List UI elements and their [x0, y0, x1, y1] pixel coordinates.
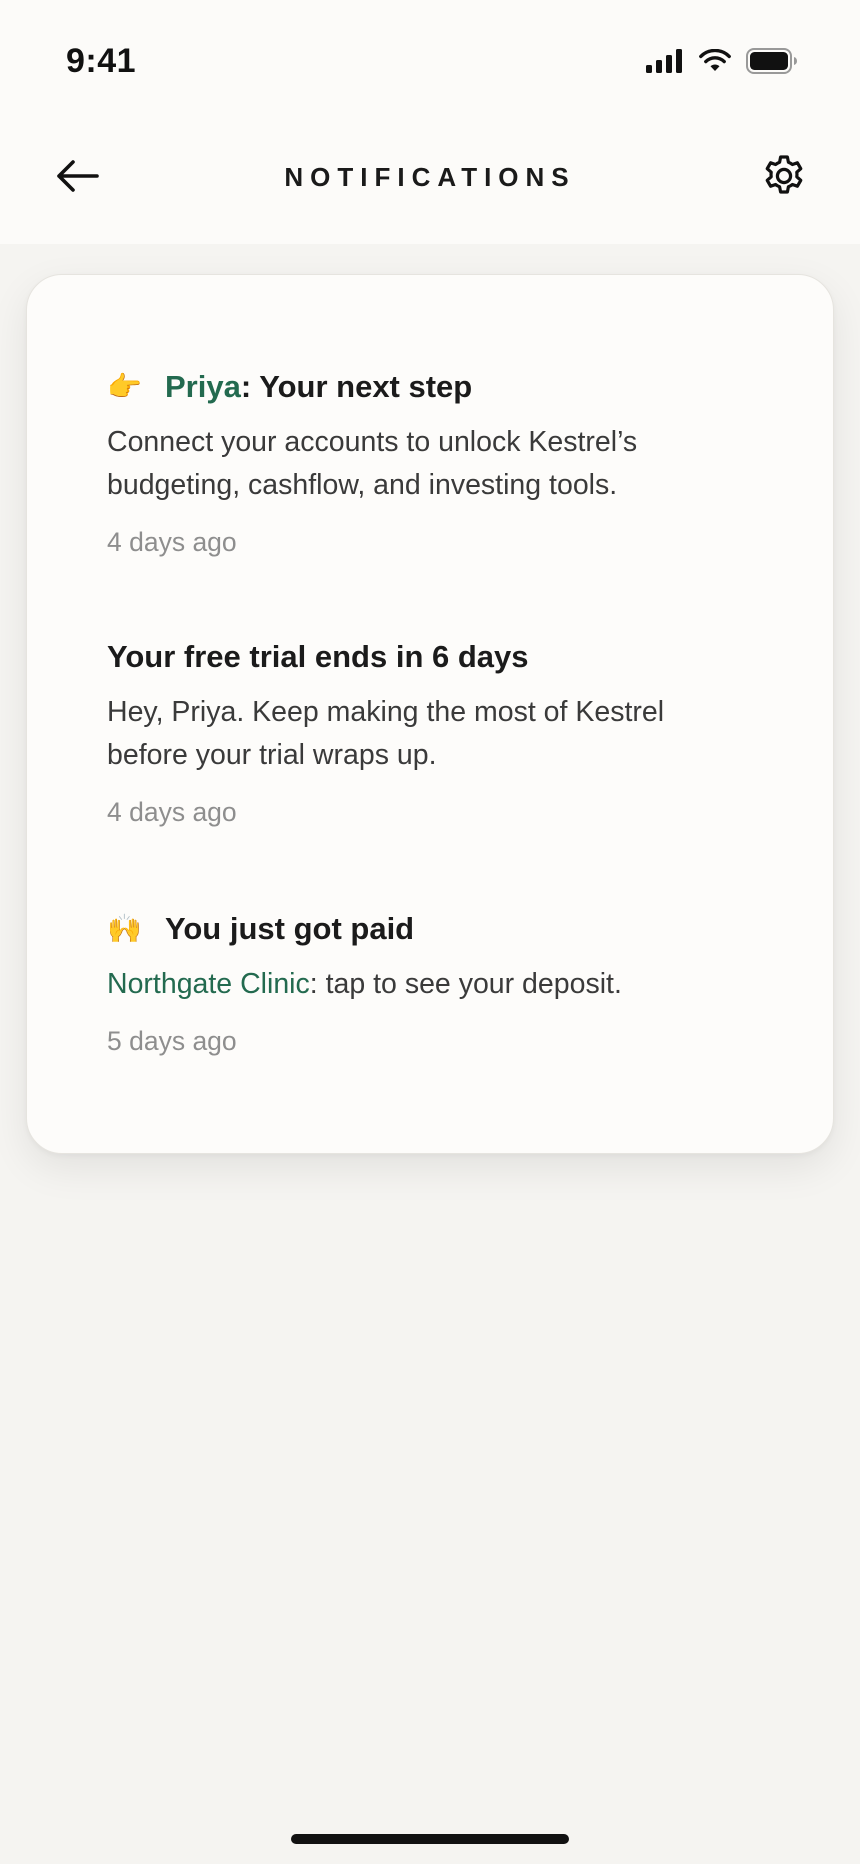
notification-title: 🙌 You just got paid [107, 907, 747, 951]
status-time: 9:41 [66, 42, 137, 80]
notification-timestamp: 5 days ago [107, 1026, 237, 1056]
home-indicator[interactable] [291, 1834, 569, 1844]
notification-body-text: : tap to see your deposit. [309, 968, 622, 1000]
notification-title-text: Your free trial ends in 6 days [107, 639, 529, 674]
notification-item[interactable]: Your free trial ends in 6 days Hey, Priy… [107, 635, 747, 831]
notification-title: Your free trial ends in 6 days [107, 635, 747, 679]
header-area: 9:41 NOTIFICATIONS [0, 0, 860, 244]
status-bar: 9:41 [0, 0, 860, 120]
notification-body: Connect your accounts to unlock Kestrel’… [107, 426, 638, 501]
navigation-bar: NOTIFICATIONS [0, 140, 860, 216]
notification-item[interactable]: 👉 Priya : Your next step Connect your ac… [107, 365, 747, 561]
gear-icon [760, 152, 808, 205]
settings-button[interactable] [758, 152, 810, 204]
pointing-hand-emoji: 👉 [107, 371, 142, 402]
page-title: NOTIFICATIONS [284, 162, 576, 192]
notification-timestamp: 4 days ago [107, 527, 237, 557]
notification-title-text: : Your next step [240, 369, 473, 404]
notifications-card: 👉 Priya : Your next step Connect your ac… [26, 274, 834, 1154]
notification-body: Northgate Clinic: tap to see your deposi… [107, 963, 747, 1006]
notification-body-highlight: Northgate Clinic [107, 968, 310, 1000]
wifi-icon [698, 48, 732, 78]
notification-body: Hey, Priya. Keep making the most of Kest… [107, 696, 665, 771]
notification-title-highlight: Priya [165, 369, 241, 404]
notification-timestamp: 4 days ago [107, 797, 237, 827]
notification-title: 👉 Priya : Your next step [107, 365, 747, 409]
raised-hands-emoji: 🙌 [107, 913, 142, 944]
battery-icon [746, 48, 798, 79]
notification-title-text: You just got paid [165, 911, 415, 946]
notification-item[interactable]: 🙌 You just got paid Northgate Clinic: ta… [107, 907, 747, 1060]
cellular-signal-icon [646, 49, 684, 78]
status-icons [646, 48, 798, 79]
